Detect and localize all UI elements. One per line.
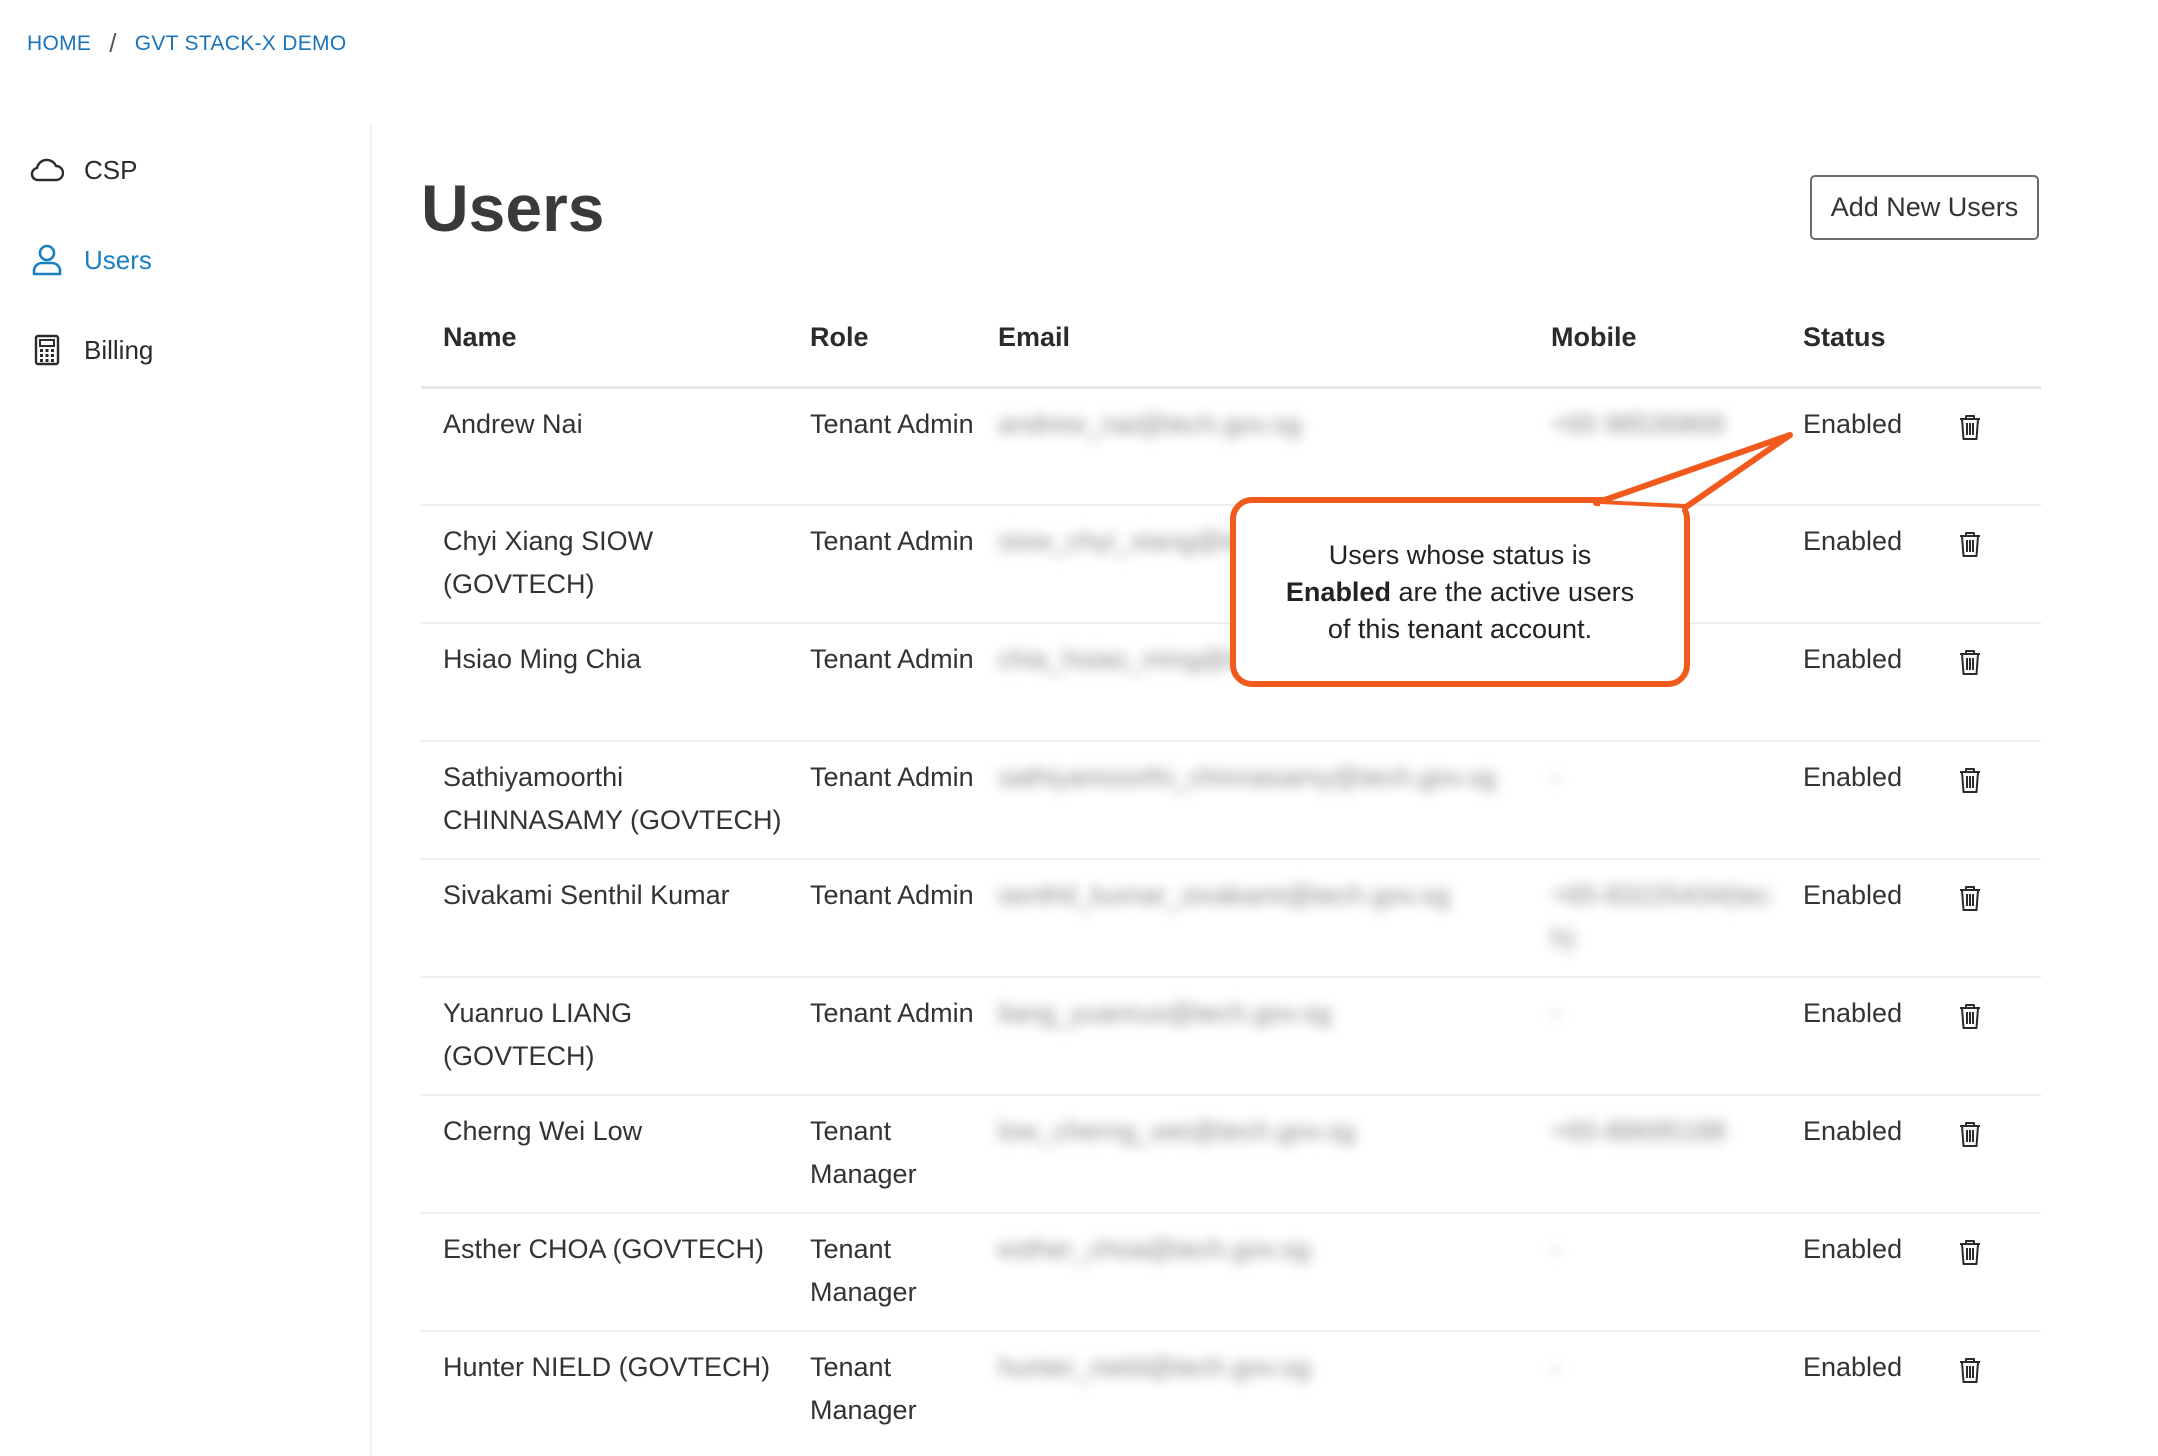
column-header-role[interactable]: Role [788, 290, 976, 389]
breadcrumb-home[interactable]: HOME [27, 32, 91, 56]
trash-icon[interactable] [1957, 1356, 1983, 1384]
user-status: Enabled [1781, 741, 1945, 860]
user-role: Tenant Manager [810, 1352, 917, 1425]
user-status: Enabled [1781, 977, 1945, 1096]
delete-cell [1945, 1213, 2041, 1332]
user-status: Enabled [1781, 623, 1945, 742]
callout-line3: of this tenant account. [1327, 613, 1593, 644]
table-header-row: Name Role Email Mobile Status [421, 290, 2041, 389]
sidebar-item-label: CSP [84, 154, 138, 185]
trash-icon[interactable] [1957, 648, 1983, 676]
user-mobile: - [1529, 977, 1781, 1096]
user-mobile: +65 98536868 [1529, 387, 1781, 506]
breadcrumb-separator: / [109, 28, 117, 58]
trash-icon[interactable] [1957, 1238, 1983, 1266]
table-row[interactable]: Andrew Nai Tenant Admin andrew_nai@tech.… [421, 387, 2041, 506]
user-status: Enabled [1781, 387, 1945, 506]
user-email: andrew_nai@tech.gov.sg [976, 387, 1529, 506]
user-status: Enabled [1781, 1213, 1945, 1332]
trash-icon[interactable] [1957, 1120, 1983, 1148]
trash-icon[interactable] [1957, 884, 1983, 912]
user-email: low_cherng_wei@tech.gov.sg [976, 1095, 1529, 1214]
trash-icon[interactable] [1957, 766, 1983, 794]
user-name: Sivakami Senthil Kumar [421, 859, 788, 978]
trash-icon[interactable] [1957, 1002, 1983, 1030]
callout-bold: Enabled [1285, 576, 1391, 607]
callout-annotation: Users whose status is Enabled are the ac… [1230, 497, 1690, 687]
users-table: Name Role Email Mobile Status Andrew Nai… [421, 290, 2041, 1449]
sidebar-item-label: Users [84, 244, 152, 275]
user-role: Tenant Admin [788, 859, 976, 978]
sidebar-item-billing[interactable]: Billing [0, 305, 370, 395]
delete-cell [1945, 1331, 2041, 1449]
user-name: Chyi Xiang SIOW (GOVTECH) [421, 505, 788, 624]
delete-cell [1945, 623, 2041, 742]
add-new-users-button[interactable]: Add New Users [1810, 175, 2039, 240]
column-header-status[interactable]: Status [1781, 290, 1945, 389]
delete-cell [1945, 741, 2041, 860]
user-status: Enabled [1803, 1352, 1903, 1382]
cloud-icon [30, 153, 64, 187]
user-mobile: - [1529, 741, 1781, 860]
table-row[interactable]: Sathiyamoorthi CHINNASAMY (GOVTECH) Tena… [421, 741, 2041, 860]
user-icon [30, 243, 64, 277]
user-status: Enabled [1781, 505, 1945, 624]
user-email: sathiyamoorthi_chinnasamy@tech.gov.sg [976, 741, 1529, 860]
user-status: Enabled [1781, 859, 1945, 978]
user-role: Tenant Manager [788, 1095, 976, 1214]
sidebar-item-csp[interactable]: CSP [0, 125, 370, 215]
user-email: hunter_nield@tech.gov.sg [998, 1352, 1311, 1382]
sidebar: CSP Users Billing [0, 125, 372, 1456]
breadcrumb: HOME / GVT STACK-X DEMO [27, 28, 346, 59]
delete-cell [1945, 387, 2041, 506]
table-row[interactable]: Yuanruo LIANG (GOVTECH) Tenant Admin lia… [421, 977, 2041, 1096]
user-mobile: - [1551, 1352, 1560, 1382]
delete-cell [1945, 505, 2041, 624]
delete-cell [1945, 1095, 2041, 1214]
user-role: Tenant Manager [788, 1213, 976, 1332]
trash-icon[interactable] [1957, 413, 1983, 441]
user-name: Sathiyamoorthi CHINNASAMY (GOVTECH) [421, 741, 788, 860]
user-role: Tenant Admin [788, 387, 976, 506]
column-header-name[interactable]: Name [421, 290, 788, 389]
user-name: Andrew Nai [421, 387, 788, 506]
callout-line1: Users whose status is [1328, 539, 1592, 570]
column-header-email[interactable]: Email [976, 290, 1529, 389]
column-header-actions [1945, 290, 2041, 389]
user-name: Esther CHOA (GOVTECH) [421, 1213, 788, 1332]
user-mobile: +65-83225434(tech) [1529, 859, 1781, 978]
user-mobile: - [1529, 1213, 1781, 1332]
user-role: Tenant Admin [788, 623, 976, 742]
delete-cell [1945, 977, 2041, 1096]
user-email: liang_yuanruo@tech.gov.sg [976, 977, 1529, 1096]
user-role: Tenant Admin [788, 505, 976, 624]
user-email: esther_choa@tech.gov.sg [976, 1213, 1529, 1332]
calculator-icon [30, 333, 64, 367]
user-role: Tenant Admin [788, 977, 976, 1096]
user-name: Cherng Wei Low [421, 1095, 788, 1214]
user-name: Yuanruo LIANG (GOVTECH) [421, 977, 788, 1096]
user-mobile: +65-88695188 [1529, 1095, 1781, 1214]
sidebar-item-label: Billing [84, 334, 154, 365]
page: HOME / GVT STACK-X DEMO CSP Users Billin… [0, 0, 2158, 1456]
breadcrumb-current[interactable]: GVT STACK-X DEMO [135, 32, 347, 56]
trash-icon[interactable] [1957, 530, 1983, 558]
user-email: senthil_kumar_sivakami@tech.gov.sg [976, 859, 1529, 978]
delete-cell [1945, 859, 2041, 978]
table-row[interactable]: Hunter NIELD (GOVTECH) Tenant Manager hu… [421, 1331, 2041, 1449]
user-name: Hsiao Ming Chia [421, 623, 788, 742]
user-role: Tenant Admin [788, 741, 976, 860]
column-header-mobile[interactable]: Mobile [1529, 290, 1781, 389]
page-title: Users [421, 171, 605, 245]
callout-line2: are the active users [1390, 576, 1635, 607]
user-status: Enabled [1781, 1095, 1945, 1214]
user-name: Hunter NIELD (GOVTECH) [443, 1352, 771, 1382]
table-row[interactable]: Cherng Wei Low Tenant Manager low_cherng… [421, 1095, 2041, 1214]
sidebar-item-users[interactable]: Users [0, 215, 370, 305]
callout-text: Users whose status is Enabled are the ac… [1286, 537, 1634, 648]
table-row[interactable]: Sivakami Senthil Kumar Tenant Admin sent… [421, 859, 2041, 978]
table-row[interactable]: Esther CHOA (GOVTECH) Tenant Manager est… [421, 1213, 2041, 1332]
